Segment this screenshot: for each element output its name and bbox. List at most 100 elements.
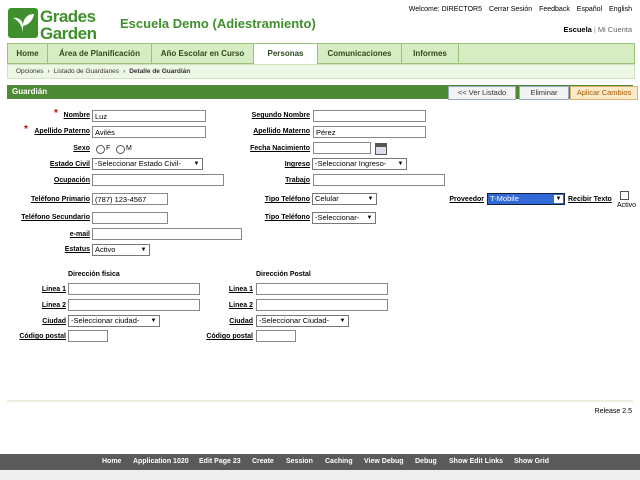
ocupacion-input[interactable] (92, 174, 224, 186)
feedback-link[interactable]: Feedback (539, 6, 570, 13)
dev-application-link[interactable]: Application 1020 (133, 458, 189, 465)
telefono-primario-label: Teléfono Primario (31, 196, 90, 203)
tipo-telefono-2-value: -Seleccionar- (315, 213, 360, 222)
tab-informes[interactable]: Informes (402, 44, 459, 63)
chevron-down-icon: ▼ (193, 161, 200, 167)
dev-home-link[interactable]: Home (102, 458, 121, 465)
recibir-texto-label: Recibir Texto (568, 196, 612, 203)
chevron-down-icon: ▼ (367, 196, 374, 202)
ocupacion-label: Ocupación (53, 177, 90, 184)
estatus-select[interactable]: Activo ▼ (92, 244, 150, 256)
welcome-text: Welcome: DIRECTOR5 (408, 6, 482, 13)
required-marker: * (54, 108, 58, 119)
linea2-label: Linea 2 (41, 302, 66, 309)
apellido-materno-input[interactable]: Pérez (313, 126, 426, 138)
breadcrumb-current: Detalle de Guardián (129, 68, 191, 75)
fecha-nacimiento-input[interactable] (313, 142, 371, 154)
spanish-link[interactable]: Español (577, 6, 602, 13)
physical-address-title: Dirección física (68, 271, 120, 278)
estatus-value: Activo (95, 245, 116, 254)
sexo-m-label: M (126, 145, 132, 152)
tipo-telefono-1-value: Celular (315, 194, 339, 203)
calendar-icon[interactable] (375, 143, 387, 155)
sexo-m-radio[interactable] (116, 145, 125, 154)
tab-home[interactable]: Home (8, 44, 48, 63)
ingreso-value: -Seleccionar Ingreso- (315, 159, 387, 168)
tab-ano-escolar[interactable]: Año Escolar en Curso (152, 44, 254, 63)
segundo-nombre-input[interactable] (313, 110, 426, 122)
chevron-right-icon: › (123, 68, 126, 75)
dev-create-link[interactable]: Create (252, 458, 274, 465)
dev-view-debug-link[interactable]: View Debug (364, 458, 404, 465)
chevron-right-icon: › (47, 68, 50, 75)
postal-address-title: Dirección Postal (256, 271, 311, 278)
view-list-button[interactable]: << Ver Listado (448, 86, 516, 100)
school-link[interactable]: Escuela (564, 25, 592, 34)
breadcrumb-guardian-list[interactable]: Listado de Guardianes (54, 68, 119, 75)
linea2-postal-label: Linea 2 (228, 302, 253, 309)
chevron-down-icon: ▼ (150, 318, 157, 324)
nombre-input[interactable]: Luz (92, 110, 206, 122)
dev-caching-link[interactable]: Caching (325, 458, 353, 465)
logo: Grades Garden (8, 6, 112, 43)
english-link[interactable]: English (609, 6, 632, 13)
tipo-telefono-1-label: Tipo Teléfono (264, 196, 310, 203)
proveedor-select[interactable]: T-Mobile ▼ (487, 193, 565, 205)
tipo-telefono-2-label: Tipo Teléfono (264, 214, 310, 221)
delete-button[interactable]: Eliminar (519, 86, 569, 100)
ingreso-select[interactable]: -Seleccionar Ingreso- ▼ (312, 158, 407, 170)
breadcrumb-options[interactable]: Opciones (16, 68, 43, 75)
chevron-down-icon: ▼ (397, 161, 404, 167)
tab-planificacion[interactable]: Área de Planificación (48, 44, 152, 63)
estado-civil-select[interactable]: -Seleccionar Estado Civil- ▼ (92, 158, 203, 170)
separator: | (593, 25, 596, 34)
estado-civil-label: Estado Civil (49, 161, 90, 168)
apellido-paterno-input[interactable]: Avilés (92, 126, 206, 138)
telefono-secundario-input[interactable] (92, 212, 168, 224)
ciudad-physical-value: -Seleccionar ciudad- (71, 316, 140, 325)
telefono-primario-input[interactable]: (787) 123-4567 (92, 193, 168, 205)
footer-divider (7, 400, 633, 402)
ciudad-postal-select[interactable]: -Seleccionar Ciudad- ▼ (256, 315, 349, 327)
dev-edit-page-link[interactable]: Edit Page 23 (199, 458, 241, 465)
trabajo-label: Trabajo (285, 177, 310, 184)
apply-changes-button[interactable]: Aplicar Cambios (570, 86, 638, 100)
linea1-physical-input[interactable] (68, 283, 200, 295)
linea2-postal-input[interactable] (256, 299, 388, 311)
dev-show-edit-links-link[interactable]: Show Edit Links (449, 458, 503, 465)
main-tabs: Home Área de Planificación Año Escolar e… (7, 43, 635, 64)
email-label: e-mail (69, 231, 90, 238)
chevron-down-icon: ▼ (339, 318, 346, 324)
ciudad-physical-select[interactable]: -Seleccionar ciudad- ▼ (68, 315, 160, 327)
chevron-down-icon: ▼ (554, 195, 563, 203)
codigo-postal-physical-input[interactable] (68, 330, 108, 342)
chevron-down-icon: ▼ (140, 247, 147, 253)
sexo-f-radio[interactable] (96, 145, 105, 154)
proveedor-label: Proveedor (449, 196, 484, 203)
logo-leaf-icon (8, 8, 38, 38)
linea2-physical-input[interactable] (68, 299, 200, 311)
ciudad-label: Ciudad (42, 318, 66, 325)
recibir-texto-checkbox[interactable] (620, 191, 629, 200)
dev-debug-link[interactable]: Debug (415, 458, 437, 465)
dev-session-link[interactable]: Session (286, 458, 313, 465)
required-marker: * (24, 124, 28, 135)
my-account-link[interactable]: Mi Cuenta (598, 25, 632, 34)
developer-toolbar: Home Application 1020 Edit Page 23 Creat… (0, 454, 640, 470)
tab-comunicaciones[interactable]: Comunicaciones (318, 44, 402, 63)
estatus-label: Estatus (64, 246, 90, 253)
tab-personas[interactable]: Personas (254, 44, 318, 64)
dev-show-grid-link[interactable]: Show Grid (514, 458, 549, 465)
trabajo-input[interactable] (313, 174, 445, 186)
proveedor-value: T-Mobile (490, 194, 519, 203)
email-input[interactable] (92, 228, 242, 240)
linea1-postal-input[interactable] (256, 283, 388, 295)
tipo-telefono-1-select[interactable]: Celular ▼ (312, 193, 377, 205)
app-title: Escuela Demo (Adiestramiento) (120, 16, 316, 31)
ciudad-postal-label: Ciudad (229, 318, 253, 325)
tipo-telefono-2-select[interactable]: -Seleccionar- ▼ (312, 212, 376, 224)
logout-link[interactable]: Cerrar Sesión (489, 6, 532, 13)
chevron-down-icon: ▼ (366, 215, 373, 221)
codigo-postal-postal-input[interactable] (256, 330, 296, 342)
fecha-nacimiento-label: Fecha Nacimiento (250, 145, 310, 152)
